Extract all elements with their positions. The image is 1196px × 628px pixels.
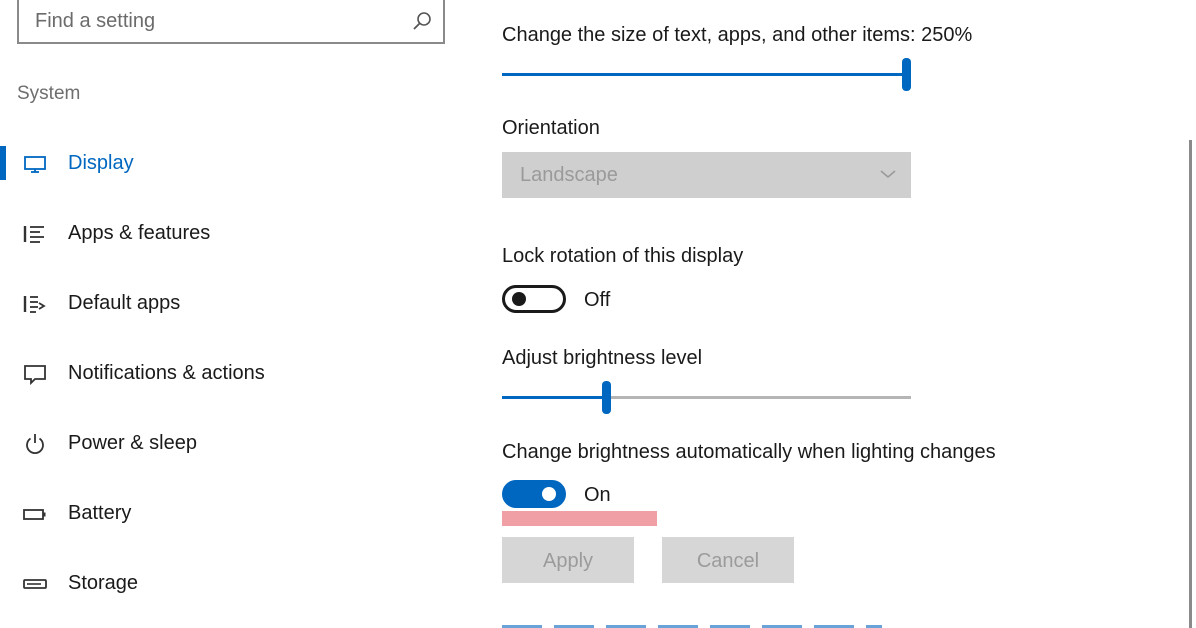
search-box[interactable] xyxy=(17,0,445,44)
search-icon[interactable] xyxy=(411,10,433,32)
orientation-dropdown[interactable]: Landscape xyxy=(502,152,911,198)
slider-fill xyxy=(502,396,607,399)
sidebar-item-display[interactable]: Display xyxy=(0,139,460,189)
battery-icon xyxy=(23,509,46,520)
chevron-down-icon xyxy=(880,170,896,179)
auto-brightness-state: On xyxy=(584,484,611,506)
brightness-label: Adjust brightness level xyxy=(502,347,703,369)
highlight-annotation xyxy=(502,511,657,526)
sidebar-item-label: Display xyxy=(68,152,134,174)
bottom-link-partial[interactable] xyxy=(502,620,882,628)
orientation-selected-value: Landscape xyxy=(520,164,618,186)
toggle-knob xyxy=(512,292,526,306)
slider-fill xyxy=(502,73,907,76)
default-apps-icon xyxy=(23,296,46,313)
sidebar-item-label: Apps & features xyxy=(68,222,211,244)
sidebar-item-notifications[interactable]: Notifications & actions xyxy=(0,349,460,399)
toggle-knob xyxy=(542,487,556,501)
auto-brightness-toggle[interactable] xyxy=(502,480,566,508)
notification-icon xyxy=(24,365,46,386)
brightness-slider[interactable] xyxy=(502,380,911,416)
lock-rotation-state: Off xyxy=(584,289,611,311)
scale-slider[interactable] xyxy=(502,57,911,93)
sidebar-item-label: Battery xyxy=(68,502,132,524)
sidebar-item-label: Power & sleep xyxy=(68,432,197,454)
sidebar-item-storage[interactable]: Storage xyxy=(0,559,460,609)
cancel-button[interactable]: Cancel xyxy=(662,537,794,583)
apps-list-icon xyxy=(23,226,44,243)
monitor-icon xyxy=(24,156,46,173)
sidebar-item-apps-features[interactable]: Apps & features xyxy=(0,209,460,259)
sidebar-item-default-apps[interactable]: Default apps xyxy=(0,279,460,329)
slider-thumb[interactable] xyxy=(902,58,911,91)
apply-button[interactable]: Apply xyxy=(502,537,634,583)
sidebar-item-label: Storage xyxy=(68,572,139,594)
scale-label: Change the size of text, apps, and other… xyxy=(502,24,973,46)
storage-icon xyxy=(23,579,47,589)
auto-brightness-label: Change brightness automatically when lig… xyxy=(502,441,996,463)
sidebar-item-battery[interactable]: Battery xyxy=(0,489,460,539)
sidebar-item-label: Notifications & actions xyxy=(68,362,265,384)
scrollbar[interactable] xyxy=(1189,140,1192,628)
power-icon xyxy=(26,434,44,455)
orientation-label: Orientation xyxy=(502,117,600,139)
slider-thumb[interactable] xyxy=(602,381,611,414)
section-label-system: System xyxy=(17,83,81,104)
lock-rotation-label: Lock rotation of this display xyxy=(502,245,744,267)
lock-rotation-toggle[interactable] xyxy=(502,285,566,313)
search-input[interactable] xyxy=(35,6,395,36)
sidebar-item-power-sleep[interactable]: Power & sleep xyxy=(0,419,460,469)
sidebar-item-label: Default apps xyxy=(68,292,181,314)
